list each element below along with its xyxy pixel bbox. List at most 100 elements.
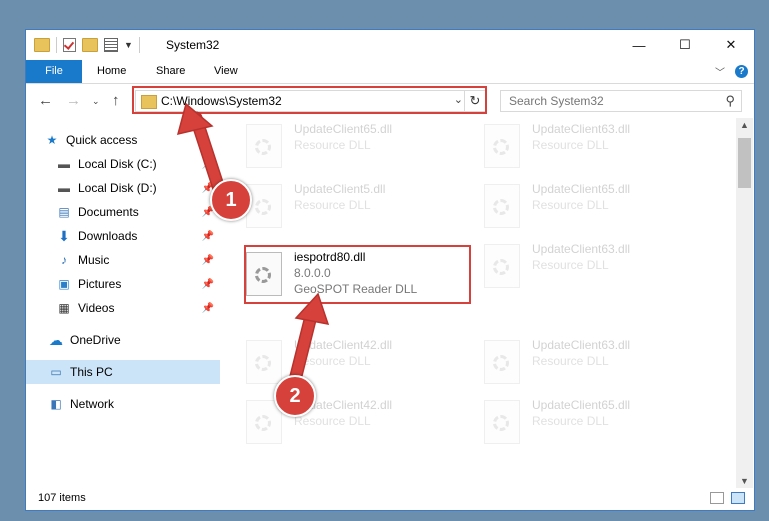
file-description: Resource DLL xyxy=(532,198,609,212)
details-view-icon[interactable] xyxy=(710,492,724,504)
title-bar: ▼ System32 — ☐ ✕ xyxy=(26,30,754,60)
scroll-up-icon[interactable]: ▲ xyxy=(740,120,749,130)
minimize-button[interactable]: — xyxy=(616,30,662,60)
dll-file-icon xyxy=(246,340,282,384)
sidebar-item-onedrive[interactable]: ☁ OneDrive xyxy=(26,328,220,352)
sidebar-item-label: Local Disk (C:) xyxy=(78,157,157,171)
sidebar-item-label: This PC xyxy=(70,365,113,379)
file-tile[interactable]: UpdateClient63.dll Resource DLL xyxy=(476,334,696,386)
file-description: Resource DLL xyxy=(294,138,371,152)
sidebar-item-documents[interactable]: ▤ Documents 📌 xyxy=(26,200,220,224)
new-folder-icon[interactable] xyxy=(82,38,98,52)
ribbon-right: ﹀ ? xyxy=(715,64,748,79)
sidebar-item-label: Local Disk (D:) xyxy=(78,181,157,195)
drive-icon: ▬ xyxy=(58,181,70,195)
sidebar-item-pictures[interactable]: ▣ Pictures 📌 xyxy=(26,272,220,296)
window-title: System32 xyxy=(166,38,220,52)
separator xyxy=(138,37,140,53)
dll-file-icon xyxy=(246,124,282,168)
sidebar-item-network[interactable]: ◧ Network xyxy=(26,392,220,416)
file-name: UpdateClient63.dll xyxy=(532,242,631,256)
file-tile[interactable]: UpdateClient63.dll Resource DLL xyxy=(476,118,696,170)
large-icons-view-icon[interactable] xyxy=(731,492,745,504)
pin-icon[interactable]: 📌 xyxy=(202,255,214,266)
step-badge-2: 2 xyxy=(274,375,316,417)
sidebar-item-local-disk-d[interactable]: ▬ Local Disk (D:) 📌 xyxy=(26,176,220,200)
file-description: Resource DLL xyxy=(532,258,609,272)
search-box[interactable]: ⚲ xyxy=(500,90,742,112)
customize-icon[interactable] xyxy=(104,38,118,52)
quick-access-toolbar: ▼ xyxy=(34,37,140,53)
sidebar-item-music[interactable]: ♪ Music 📌 xyxy=(26,248,220,272)
file-tile[interactable]: UpdateClient65.dll Resource DLL xyxy=(476,394,696,446)
computer-icon: ▭ xyxy=(50,365,62,379)
properties-check-icon[interactable] xyxy=(63,38,76,52)
sidebar-item-label: Music xyxy=(78,253,110,267)
window-controls: — ☐ ✕ xyxy=(616,30,754,60)
pin-icon[interactable]: 📌 xyxy=(202,159,214,170)
file-description: Resource DLL xyxy=(532,138,609,152)
sidebar-item-label: Documents xyxy=(78,205,139,219)
file-tile[interactable]: UpdateClient65.dll Resource DLL xyxy=(238,118,458,170)
file-name: UpdateClient65.dll xyxy=(532,398,631,412)
sidebar-item-videos[interactable]: ▦ Videos 📌 xyxy=(26,296,220,320)
sidebar-item-downloads[interactable]: ⬇ Downloads 📌 xyxy=(26,224,220,248)
folder-icon xyxy=(34,38,50,52)
downloads-icon: ⬇ xyxy=(58,227,70,244)
file-description: Resource DLL xyxy=(532,354,609,368)
sidebar-item-label: Downloads xyxy=(78,229,138,243)
vertical-scrollbar[interactable]: ▲ ▼ xyxy=(736,118,753,488)
help-icon[interactable]: ? xyxy=(735,65,748,78)
file-name: UpdateClient65.dll xyxy=(532,182,631,196)
cloud-icon: ☁ xyxy=(49,331,63,348)
maximize-button[interactable]: ☐ xyxy=(662,30,708,60)
scroll-thumb[interactable] xyxy=(738,138,751,188)
file-description: Resource DLL xyxy=(294,198,371,212)
file-description: Resource DLL xyxy=(294,414,371,428)
back-arrow-icon[interactable]: ← xyxy=(38,92,53,109)
separator xyxy=(56,37,57,53)
dll-file-icon xyxy=(484,184,520,228)
network-icon: ◧ xyxy=(50,397,62,411)
videos-icon: ▦ xyxy=(58,301,70,315)
search-input[interactable] xyxy=(507,93,711,109)
pin-icon[interactable]: 📌 xyxy=(202,279,214,290)
sidebar-item-this-pc[interactable]: ▭ This PC xyxy=(26,360,220,384)
file-name: UpdateClient65.dll xyxy=(294,122,393,136)
file-tile[interactable]: UpdateClient65.dll Resource DLL xyxy=(476,178,696,230)
item-count: 107 items xyxy=(38,492,86,504)
file-name: UpdateClient42.dll xyxy=(294,338,393,352)
sidebar-item-label: Pictures xyxy=(78,277,122,291)
pictures-icon: ▣ xyxy=(58,277,70,291)
dll-file-icon xyxy=(484,400,520,444)
up-arrow-icon[interactable]: ↑ xyxy=(112,92,120,109)
ribbon-tabs: File Home Share View ﹀ ? xyxy=(26,60,754,84)
file-name: UpdateClient5.dll xyxy=(294,182,386,196)
file-tile[interactable]: UpdateClient42.dll Resource DLL xyxy=(238,394,458,446)
dll-file-icon xyxy=(484,244,520,288)
sidebar-item-label: Videos xyxy=(78,301,115,315)
dll-file-icon xyxy=(484,340,520,384)
sidebar-item-quick-access[interactable]: ★ Quick access xyxy=(26,128,220,152)
file-tile[interactable]: UpdateClient63.dll Resource DLL xyxy=(476,238,696,290)
tab-file[interactable]: File xyxy=(26,60,82,83)
tab-home[interactable]: Home xyxy=(97,60,126,83)
music-icon: ♪ xyxy=(61,253,67,267)
recent-dropdown-icon[interactable]: ⌄ xyxy=(92,96,100,107)
expand-ribbon-icon[interactable]: ﹀ xyxy=(715,64,725,79)
sidebar-item-local-disk-c[interactable]: ▬ Local Disk (C:) 📌 xyxy=(26,152,220,176)
tab-share[interactable]: Share xyxy=(156,60,185,83)
file-tile[interactable]: UpdateClient5.dll Resource DLL xyxy=(238,178,458,230)
forward-arrow-icon[interactable]: → xyxy=(66,92,81,109)
file-description: Resource DLL xyxy=(294,354,371,368)
step-badge-1: 1 xyxy=(210,179,252,221)
dll-file-icon xyxy=(484,124,520,168)
scroll-down-icon[interactable]: ▼ xyxy=(740,476,749,486)
pin-icon[interactable]: 📌 xyxy=(202,231,214,242)
pin-icon[interactable]: 📌 xyxy=(202,303,214,314)
file-tile[interactable]: UpdateClient42.dll Resource DLL xyxy=(238,334,458,386)
close-button[interactable]: ✕ xyxy=(708,30,754,60)
tab-view[interactable]: View xyxy=(214,60,238,83)
file-name: UpdateClient63.dll xyxy=(532,122,631,136)
qat-dropdown-icon[interactable]: ▼ xyxy=(124,40,133,50)
